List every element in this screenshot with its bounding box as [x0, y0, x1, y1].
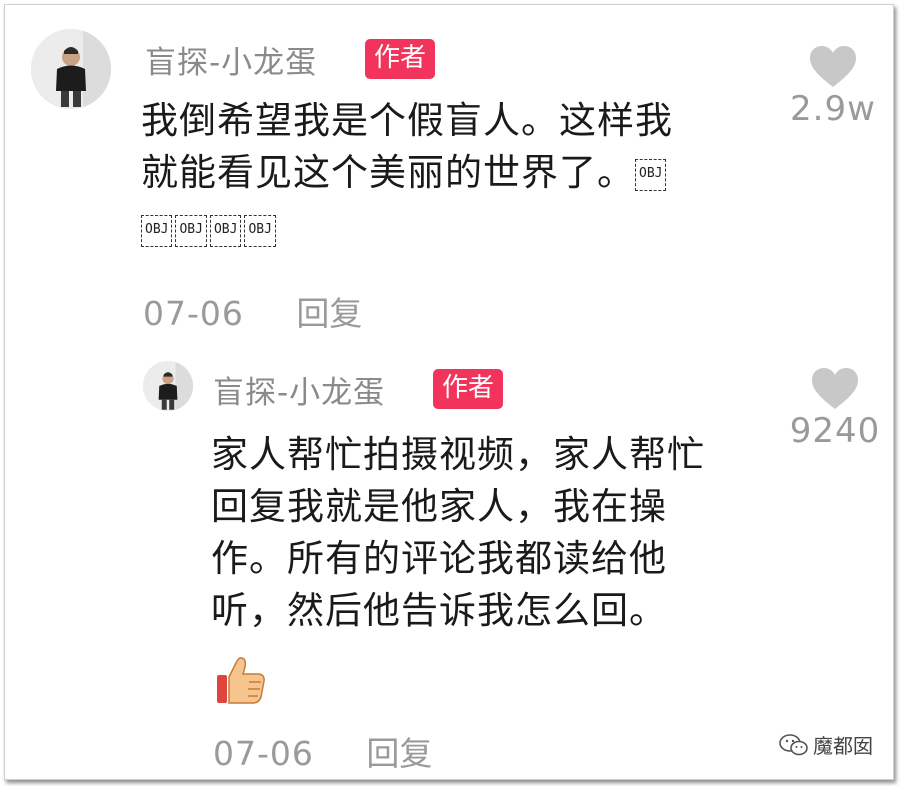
comment-text-line: 就能看见这个美丽的世界了。 OBJ: [141, 147, 781, 199]
reply-text-line: 听，然后他告诉我怎么回。: [211, 589, 667, 632]
reply-meta: 07-06 回复: [213, 727, 432, 775]
comment-username[interactable]: 盲探-小龙蛋: [145, 37, 317, 82]
reply-text-line: 回复我就是他家人，我在操: [211, 485, 667, 528]
comment-text-line: 我倒希望我是个假盲人。这样我: [141, 99, 673, 142]
object-placeholder: OBJ: [635, 158, 667, 191]
wechat-icon: [779, 733, 808, 755]
author-badge: 作者: [433, 369, 504, 409]
comment-date: 07-06: [143, 294, 244, 333]
comment-text: 我倒希望我是个假盲人。这样我 就能看见这个美丽的世界了。 OBJ OBJ OBJ OB…: [141, 95, 781, 255]
like-button[interactable]: 9240: [785, 367, 885, 451]
reply-date: 07-06: [213, 734, 314, 773]
reply-text-line: 作。所有的评论我都读给他: [211, 537, 667, 580]
like-button[interactable]: 2.9w: [785, 45, 881, 129]
reply-button[interactable]: 回复: [296, 294, 362, 333]
object-placeholder: OBJ: [141, 214, 173, 247]
object-placeholder: OBJ: [209, 214, 242, 247]
person-avatar-icon: [31, 29, 111, 109]
author-badge: 作者: [365, 39, 436, 79]
comment-panel: 盲探-小龙蛋 作者 我倒希望我是个假盲人。这样我 就能看见这个美丽的世界了。 OB…: [4, 4, 894, 780]
like-count: 2.9w: [790, 89, 876, 129]
object-placeholder-row: OBJ OBJ OBJ OBJ: [141, 203, 781, 255]
comment-meta: 07-06 回复: [143, 287, 362, 335]
object-placeholder: OBJ: [244, 214, 276, 247]
watermark: 魔都囡: [779, 730, 873, 759]
avatar[interactable]: [143, 361, 193, 411]
heart-icon: [810, 46, 856, 87]
reply-button[interactable]: 回复: [366, 734, 432, 773]
like-count: 9240: [789, 411, 881, 451]
watermark-text: 魔都囡: [813, 734, 873, 758]
avatar[interactable]: [31, 29, 111, 109]
heart-icon: [812, 368, 858, 409]
comment-text-line-content: 就能看见这个美丽的世界了。: [141, 151, 635, 194]
object-placeholder: OBJ: [175, 214, 207, 247]
reply-text: 家人帮忙拍摄视频，家人帮忙 回复我就是他家人，我在操 作。所有的评论我都读给他 …: [211, 429, 781, 637]
reply-text-line: 家人帮忙拍摄视频，家人帮忙: [211, 433, 705, 476]
thumbs-up-icon: [217, 657, 265, 704]
reply-username[interactable]: 盲探-小龙蛋: [213, 367, 385, 412]
person-avatar-icon: [143, 361, 193, 411]
